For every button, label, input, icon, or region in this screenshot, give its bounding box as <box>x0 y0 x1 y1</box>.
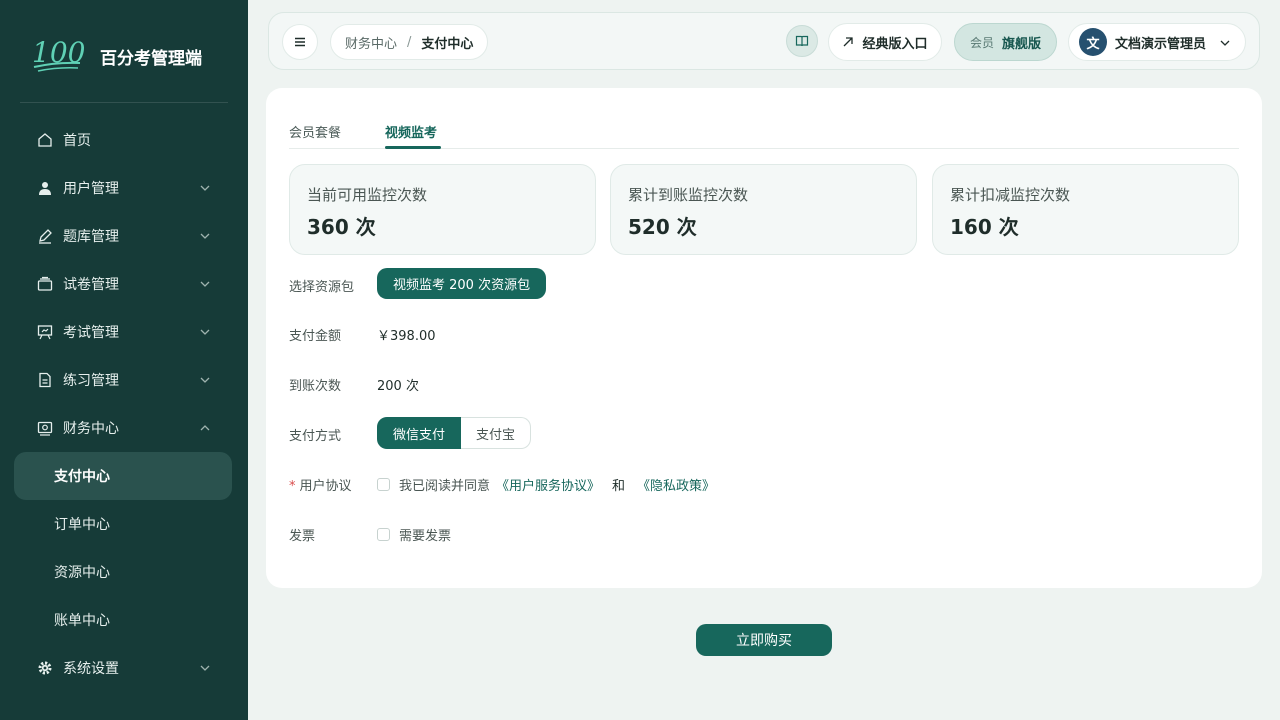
chevron-down-icon <box>1220 40 1230 46</box>
menu-icon <box>295 37 305 47</box>
sidebar-item-label: 首页 <box>63 133 91 149</box>
document-icon <box>36 371 54 389</box>
sidebar-subitem-bill-center[interactable]: 账单中心 <box>14 596 232 644</box>
payment-option-wechat[interactable]: 微信支付 <box>377 417 462 449</box>
chevron-down-icon <box>200 329 210 335</box>
sidebar-subitem-payment-center[interactable]: 支付中心 <box>14 452 232 500</box>
payment-method-label: 支付方式 <box>289 429 342 444</box>
sidebar-item-label: 用户管理 <box>63 181 119 197</box>
sidebar-item-label: 考试管理 <box>63 325 119 341</box>
layers-icon <box>36 275 54 293</box>
agreement-text: 我已阅读并同意 <box>399 479 491 494</box>
invoice-label: 发票 <box>289 529 316 544</box>
breadcrumb-separator: / <box>407 34 412 50</box>
stat-card-available: 当前可用监控次数 360 次 <box>289 164 596 255</box>
sidebar-divider <box>20 102 228 103</box>
count-label: 到账次数 <box>289 379 342 394</box>
buy-now-button[interactable]: 立即购买 <box>696 624 832 656</box>
user-icon <box>36 179 54 197</box>
privacy-policy-link[interactable]: 《隐私政策》 <box>637 475 715 494</box>
service-agreement-link[interactable]: 《用户服务协议》 <box>496 475 600 494</box>
tab-video-proctoring[interactable]: 视频监考 <box>385 122 437 141</box>
payment-option-alipay[interactable]: 支付宝 <box>461 417 532 449</box>
stat-value: 520 次 <box>628 215 697 239</box>
edit-icon <box>36 227 54 245</box>
member-prefix: 会员 <box>969 35 994 50</box>
stat-value: 360 次 <box>307 215 376 239</box>
sidebar-item-question-bank[interactable]: 题库管理 <box>0 212 248 260</box>
breadcrumb-current: 支付中心 <box>421 36 474 52</box>
presentation-icon <box>36 323 54 341</box>
chevron-down-icon <box>200 233 210 239</box>
chevron-up-icon <box>200 425 210 431</box>
brand-name: 百分考管理端 <box>100 48 202 69</box>
brand-logo-icon: 100 <box>32 36 85 72</box>
stat-label: 累计到账监控次数 <box>628 186 749 204</box>
tabs: 会员套餐 视频监考 <box>289 118 1239 149</box>
stat-label: 累计扣减监控次数 <box>950 186 1071 204</box>
breadcrumb: 财务中心 / 支付中心 <box>330 24 489 60</box>
required-star: * <box>289 479 296 494</box>
package-option-button[interactable]: 视频监考 200 次资源包 <box>377 268 547 299</box>
agreement-label: * 用户协议 <box>289 475 352 494</box>
member-tier-badge[interactable]: 会员 旗舰版 <box>954 23 1057 61</box>
sidebar-nav: 首页 用户管理 题库管理 试卷管理 考试管理 练习管理 财务中心 支付中心 订单… <box>0 116 248 692</box>
stat-card-credited: 累计到账监控次数 520 次 <box>610 164 917 255</box>
book-icon <box>795 35 809 47</box>
member-tier: 旗舰版 <box>1002 36 1042 52</box>
amount-value: ￥398.00 <box>377 329 436 344</box>
invoice-checkbox[interactable] <box>377 528 390 541</box>
amount-label: 支付金额 <box>289 329 342 344</box>
sidebar-item-exams[interactable]: 考试管理 <box>0 308 248 356</box>
payment-method-group: 微信支付 支付宝 <box>377 417 532 449</box>
agreement-checkbox[interactable] <box>377 478 390 491</box>
chevron-down-icon <box>200 377 210 383</box>
sidebar-item-label: 试卷管理 <box>63 277 119 293</box>
agreement-and: 和 <box>612 479 626 494</box>
stat-card-deducted: 累计扣减监控次数 160 次 <box>932 164 1239 255</box>
wallet-icon <box>36 419 54 437</box>
invoice-text: 需要发票 <box>399 529 452 544</box>
stat-value: 160 次 <box>950 215 1019 239</box>
sidebar-item-home[interactable]: 首页 <box>0 116 248 164</box>
stat-label: 当前可用监控次数 <box>307 186 428 204</box>
tab-membership-plans[interactable]: 会员套餐 <box>289 122 341 141</box>
arrow-up-right-icon <box>844 37 854 47</box>
menu-toggle-button[interactable] <box>282 24 318 60</box>
active-tab-indicator <box>385 146 441 149</box>
topbar: 财务中心 / 支付中心 经典版入口 会员 旗舰版 文 文档演示管理员 <box>268 12 1260 70</box>
chevron-down-icon <box>200 281 210 287</box>
classic-entry-label: 经典版入口 <box>862 36 928 52</box>
sidebar-item-label: 题库管理 <box>63 229 119 245</box>
sidebar-item-label: 系统设置 <box>63 661 119 677</box>
sidebar-item-label: 财务中心 <box>63 421 119 437</box>
sidebar-item-settings[interactable]: 系统设置 <box>0 644 248 692</box>
docs-button[interactable] <box>786 25 818 57</box>
count-value: 200 次 <box>377 379 419 394</box>
agreement-label-text: 用户协议 <box>299 479 352 494</box>
sidebar-item-label: 练习管理 <box>63 373 119 389</box>
sidebar-item-practice[interactable]: 练习管理 <box>0 356 248 404</box>
user-menu-button[interactable]: 文 文档演示管理员 <box>1068 23 1246 61</box>
package-label: 选择资源包 <box>289 280 355 295</box>
chevron-down-icon <box>200 665 210 671</box>
sidebar: 100 百分考管理端 首页 用户管理 题库管理 试卷管理 考试管理 练习管理 财… <box>0 0 248 720</box>
chevron-down-icon <box>200 185 210 191</box>
sidebar-item-finance[interactable]: 财务中心 <box>0 404 248 452</box>
sidebar-subitem-order-center[interactable]: 订单中心 <box>14 500 232 548</box>
breadcrumb-parent[interactable]: 财务中心 <box>345 33 397 52</box>
sidebar-subitem-resource-center[interactable]: 资源中心 <box>14 548 232 596</box>
classic-entry-button[interactable]: 经典版入口 <box>828 23 942 61</box>
sidebar-item-papers[interactable]: 试卷管理 <box>0 260 248 308</box>
sidebar-item-users[interactable]: 用户管理 <box>0 164 248 212</box>
agreement-row: 我已阅读并同意 《用户服务协议》 和 《隐私政策》 <box>377 475 721 494</box>
invoice-row: 需要发票 <box>377 525 451 544</box>
payment-card: 会员套餐 视频监考 当前可用监控次数 360 次 累计到账监控次数 520 次 … <box>266 88 1262 588</box>
gear-icon <box>36 659 54 677</box>
brand: 100 百分考管理端 <box>30 34 202 78</box>
user-name: 文档演示管理员 <box>1115 36 1207 52</box>
home-icon <box>36 131 54 149</box>
avatar: 文 <box>1079 28 1107 56</box>
